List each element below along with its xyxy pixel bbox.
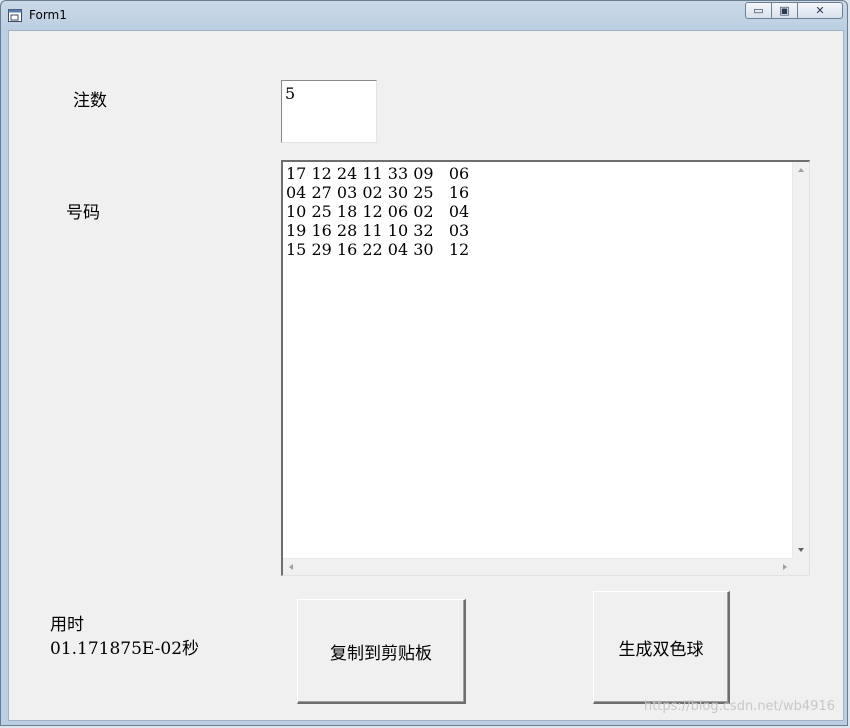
window-title: Form1 bbox=[29, 8, 67, 22]
numbers-text: 17 12 24 11 33 09 06 04 27 03 02 30 25 1… bbox=[286, 164, 470, 259]
vertical-scrollbar[interactable] bbox=[792, 162, 809, 558]
title-bar[interactable]: Form1 ▭ ▣ ✕ bbox=[1, 1, 847, 30]
time-label: 用时 bbox=[50, 615, 84, 635]
copy-to-clipboard-button[interactable]: 复制到剪贴板 bbox=[297, 599, 466, 704]
scroll-down-icon[interactable] bbox=[798, 548, 804, 552]
scroll-corner bbox=[792, 558, 809, 575]
maximize-icon: ▣ bbox=[779, 4, 790, 17]
maximize-button[interactable]: ▣ bbox=[772, 2, 798, 19]
count-label: 注数 bbox=[73, 91, 107, 111]
minimize-icon: ▭ bbox=[753, 4, 764, 17]
watermark: https://blog.csdn.net/wb4916 bbox=[643, 699, 835, 714]
close-icon: ✕ bbox=[815, 4, 825, 17]
main-window: Form1 ▭ ▣ ✕ 注数 5 号码 17 12 24 11 33 09 06… bbox=[0, 0, 848, 726]
scroll-up-icon[interactable] bbox=[798, 168, 804, 172]
count-input[interactable]: 5 bbox=[281, 80, 377, 143]
generate-double-color-ball-button[interactable]: 生成双色球 bbox=[593, 591, 730, 704]
numbers-label: 号码 bbox=[66, 203, 100, 223]
numbers-textbox[interactable]: 17 12 24 11 33 09 06 04 27 03 02 30 25 1… bbox=[281, 160, 810, 576]
close-button[interactable]: ✕ bbox=[798, 2, 843, 19]
time-value: 01.171875E-02秒 bbox=[50, 639, 200, 659]
horizontal-scrollbar[interactable] bbox=[283, 558, 793, 575]
app-icon bbox=[8, 9, 22, 22]
caption-buttons: ▭ ▣ ✕ bbox=[745, 2, 843, 21]
form-client-area: 注数 5 号码 17 12 24 11 33 09 06 04 27 03 02… bbox=[8, 30, 844, 721]
scroll-right-icon[interactable] bbox=[783, 564, 787, 570]
minimize-button[interactable]: ▭ bbox=[745, 2, 772, 19]
scroll-left-icon[interactable] bbox=[289, 564, 293, 570]
